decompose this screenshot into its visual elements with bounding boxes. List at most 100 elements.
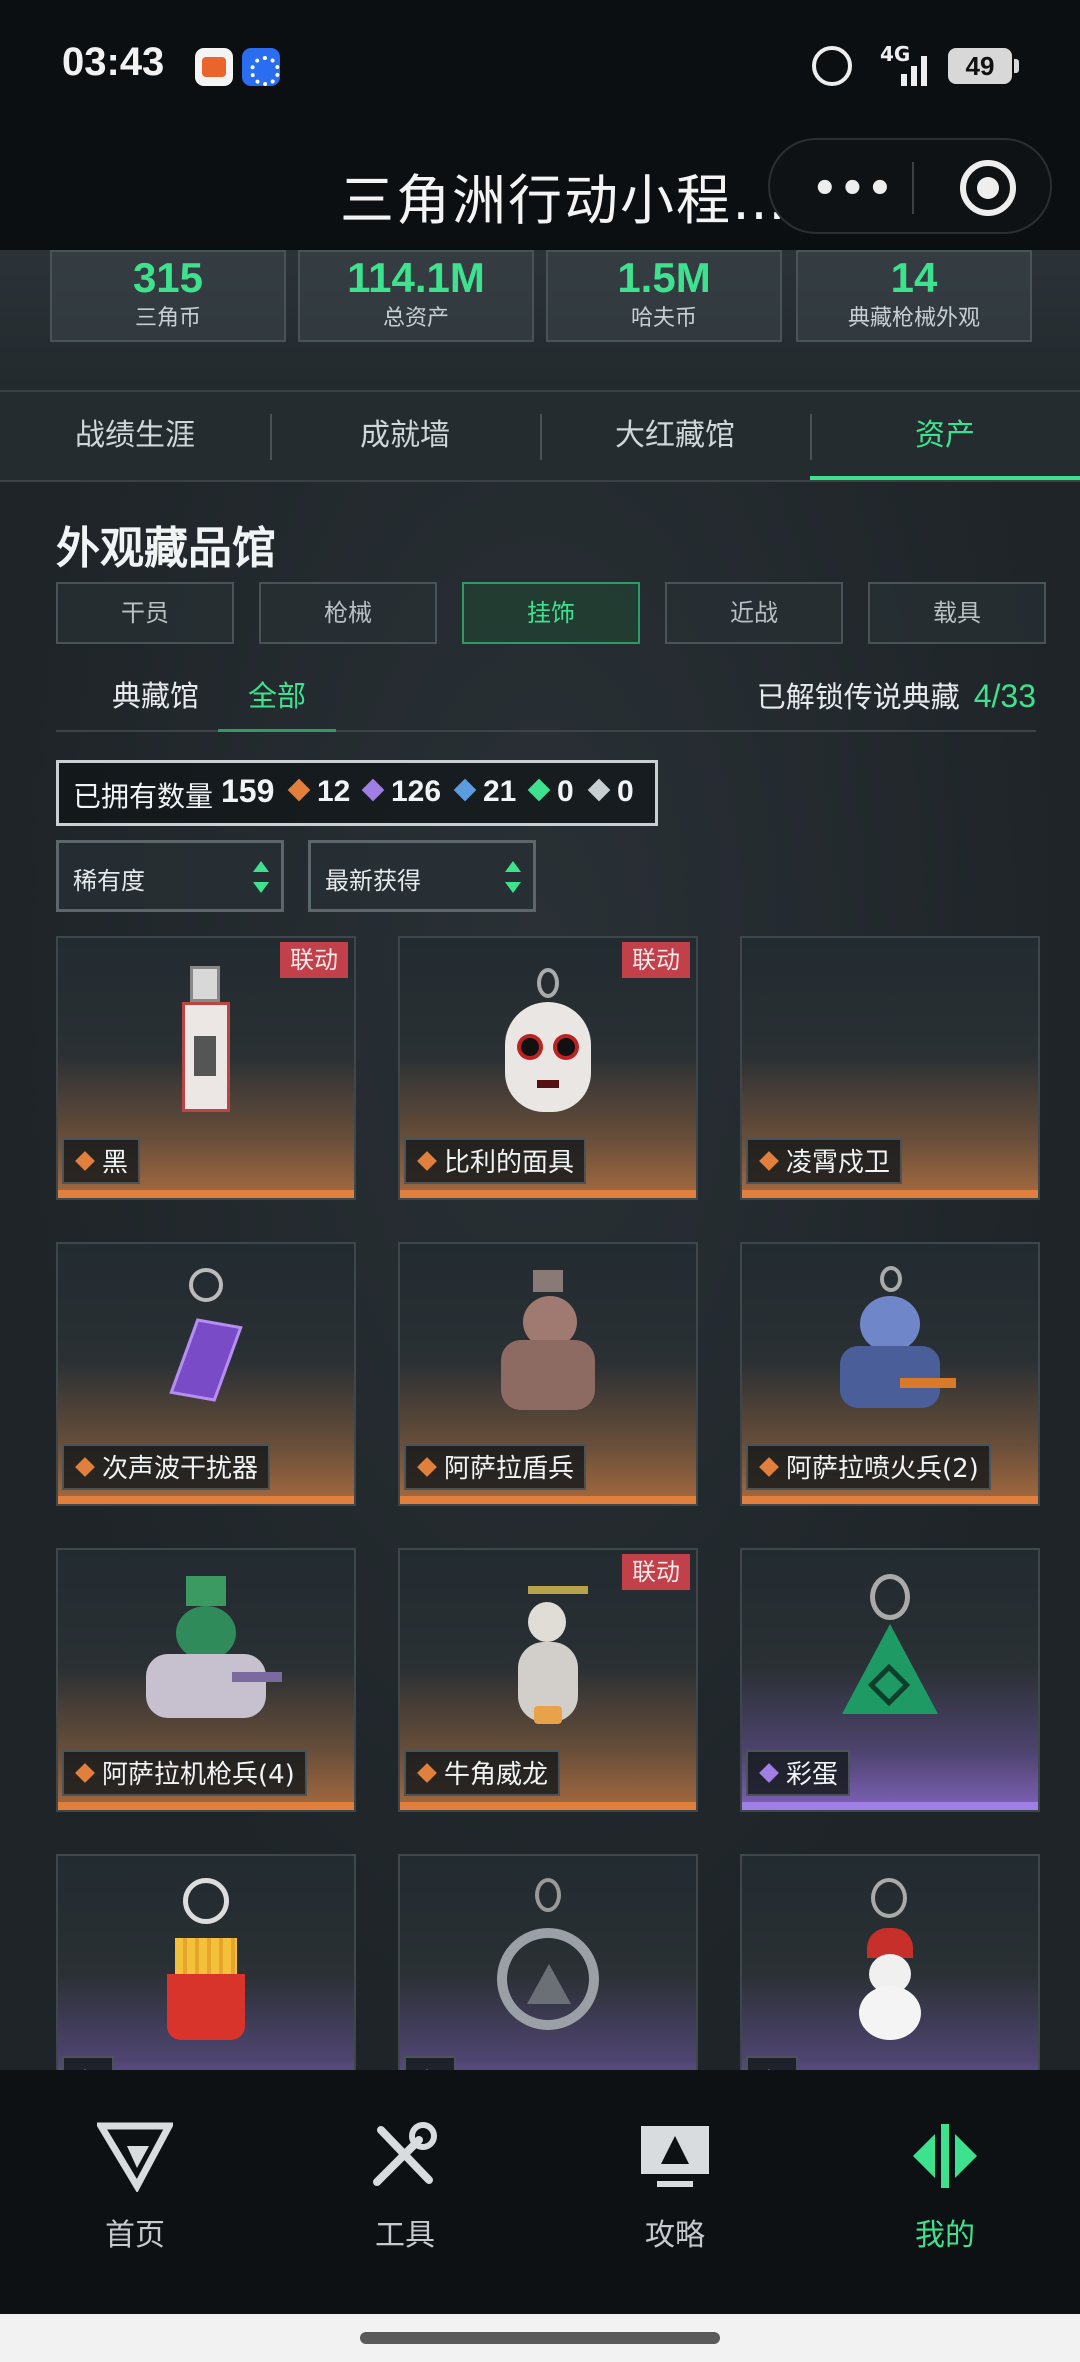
charm-name	[62, 2056, 114, 2070]
orange-diamond-icon	[287, 778, 311, 802]
charm-name: 彩蛋	[746, 1750, 851, 1796]
soldier-charm-art	[493, 1270, 603, 1420]
charm-name: 阿萨拉喷火兵(2)	[746, 1444, 991, 1490]
tab-assets[interactable]: 资产	[810, 392, 1080, 480]
charm-card[interactable]: 阿萨拉盾兵	[398, 1242, 698, 1506]
target-circle-icon[interactable]	[960, 160, 1016, 216]
gunner-charm-art	[136, 1576, 282, 1726]
charm-card[interactable]: 联动 比利的面具	[398, 936, 698, 1200]
signal-icon	[895, 50, 931, 86]
blue-diamond-icon	[453, 778, 477, 802]
charm-name: 凌霄戍卫	[746, 1138, 903, 1184]
collab-badge: 联动	[280, 942, 348, 978]
category-charm-button[interactable]: 挂饰	[462, 582, 640, 644]
charm-card[interactable]	[740, 1854, 1040, 2070]
owned-label: 已拥有数量	[73, 780, 214, 813]
home-logo-icon	[97, 2122, 173, 2192]
nav-label: 工具	[375, 2218, 435, 2253]
orange-diamond-icon	[75, 1151, 95, 1171]
charm-name-text: 黑	[102, 1148, 129, 1178]
tab-red-collection[interactable]: 大红藏馆	[540, 392, 810, 480]
charm-name	[404, 2056, 456, 2070]
tools-icon	[373, 2122, 437, 2186]
card-charm-art	[176, 966, 236, 1116]
green-diamond-icon	[527, 778, 551, 802]
charm-name-text: 次声波干扰器	[102, 1454, 259, 1484]
more-dots-icon[interactable]: •••	[812, 166, 895, 212]
bottom-nav: 首页 工具 攻略 我的	[0, 2070, 1080, 2314]
stat-value: 14	[890, 254, 938, 301]
subtab-underline	[218, 729, 336, 732]
charm-card[interactable]: 凌霄戍卫	[740, 936, 1040, 1200]
collab-badge: 联动	[622, 942, 690, 978]
charm-name-text: 彩蛋	[786, 1760, 839, 1790]
battery-icon: 49	[948, 48, 1019, 84]
rarity-count-blue: 21	[453, 775, 516, 815]
category-weapon-button[interactable]: 枪械	[259, 582, 437, 644]
charm-name: 阿萨拉盾兵	[404, 1444, 587, 1490]
nav-home[interactable]: 首页	[0, 2120, 270, 2254]
subtab-all[interactable]: 全部	[248, 660, 306, 732]
charm-name-text: 阿萨拉盾兵	[444, 1454, 575, 1484]
charm-card[interactable]: 联动 黑	[56, 936, 356, 1200]
rarity-sort-dropdown[interactable]: 稀有度	[56, 840, 284, 912]
nav-tools[interactable]: 工具	[270, 2120, 540, 2254]
nav-guide[interactable]: 攻略	[540, 2120, 810, 2254]
charm-card[interactable]: 彩蛋	[740, 1548, 1040, 1812]
orange-diamond-icon	[75, 1763, 95, 1783]
charm-name: 比利的面具	[404, 1138, 587, 1184]
charm-card[interactable]	[398, 1854, 698, 2070]
charm-name-text: 凌霄戍卫	[786, 1148, 891, 1178]
stat-card-weapon-skins: 14 典藏枪械外观	[796, 250, 1032, 342]
charm-card[interactable]: 次声波干扰器	[56, 1242, 356, 1506]
charm-name-text: 比利的面具	[444, 1148, 575, 1178]
rarity-count-purple: 126	[361, 775, 442, 815]
charm-card[interactable]	[56, 1854, 356, 2070]
gallery-content[interactable]: 外观藏品馆 干员 枪械 挂饰 近战 载具 典藏馆 全部 已解锁传说典藏 4/33 …	[0, 482, 1080, 2070]
charm-name: 牛角威龙	[404, 1750, 561, 1796]
snowman-charm-art	[845, 1878, 935, 2048]
charm-card[interactable]: 阿萨拉喷火兵(2)	[740, 1242, 1040, 1506]
charm-name-text: 阿萨拉喷火兵(2)	[786, 1454, 979, 1484]
stat-card-total-assets: 114.1M 总资产	[298, 250, 534, 342]
nav-profile[interactable]: 我的	[810, 2120, 1080, 2254]
nav-label: 攻略	[645, 2218, 705, 2253]
rarity-count-white: 0	[587, 775, 634, 815]
sort-arrows-icon	[253, 859, 269, 895]
mask-charm-art	[503, 968, 593, 1118]
status-bar: 03:43 4G 49	[0, 0, 1080, 130]
charm-card[interactable]: 联动 牛角威龙	[398, 1548, 698, 1812]
subtab-collection[interactable]: 典藏馆	[112, 660, 199, 732]
flamer-charm-art	[830, 1266, 956, 1426]
orange-diamond-icon	[417, 1151, 437, 1171]
orange-diamond-icon	[417, 1457, 437, 1477]
tab-achievements[interactable]: 成就墙	[270, 392, 540, 480]
nav-label: 我的	[915, 2218, 975, 2253]
page-title: 三角洲行动小程…	[340, 169, 788, 232]
owned-count-box: 已拥有数量 159 12 126 21 0 0	[56, 760, 658, 826]
category-melee-button[interactable]: 近战	[665, 582, 843, 644]
stat-label: 哈夫币	[630, 306, 697, 331]
recent-sort-dropdown[interactable]: 最新获得	[308, 840, 536, 912]
stat-label: 总资产	[382, 306, 449, 331]
rarity-count-value: 126	[391, 775, 442, 808]
orange-diamond-icon	[417, 1763, 437, 1783]
charm-name: 黑	[62, 1138, 141, 1184]
stat-value: 114.1M	[347, 254, 485, 301]
tab-career[interactable]: 战绩生涯	[0, 392, 270, 480]
purple-diamond-icon	[361, 778, 385, 802]
charm-name-text: 阿萨拉机枪兵(4)	[102, 1760, 295, 1790]
legend-unlock-status: 已解锁传说典藏 4/33	[757, 660, 1036, 732]
stat-card-havoc-coins: 1.5M 哈夫币	[546, 250, 782, 342]
category-operator-button[interactable]: 干员	[56, 582, 234, 644]
capsule-menu: •••	[768, 138, 1052, 234]
gesture-bar	[0, 2314, 1080, 2362]
home-indicator[interactable]	[360, 2332, 720, 2344]
charm-name: 阿萨拉机枪兵(4)	[62, 1750, 307, 1796]
rarity-count-value: 0	[557, 775, 574, 808]
category-vehicle-button[interactable]: 载具	[868, 582, 1046, 644]
unlock-count: 4/33	[973, 678, 1036, 714]
stat-value: 315	[132, 254, 204, 301]
charm-card[interactable]: 阿萨拉机枪兵(4)	[56, 1548, 356, 1812]
dropdown-label: 稀有度	[73, 867, 145, 895]
